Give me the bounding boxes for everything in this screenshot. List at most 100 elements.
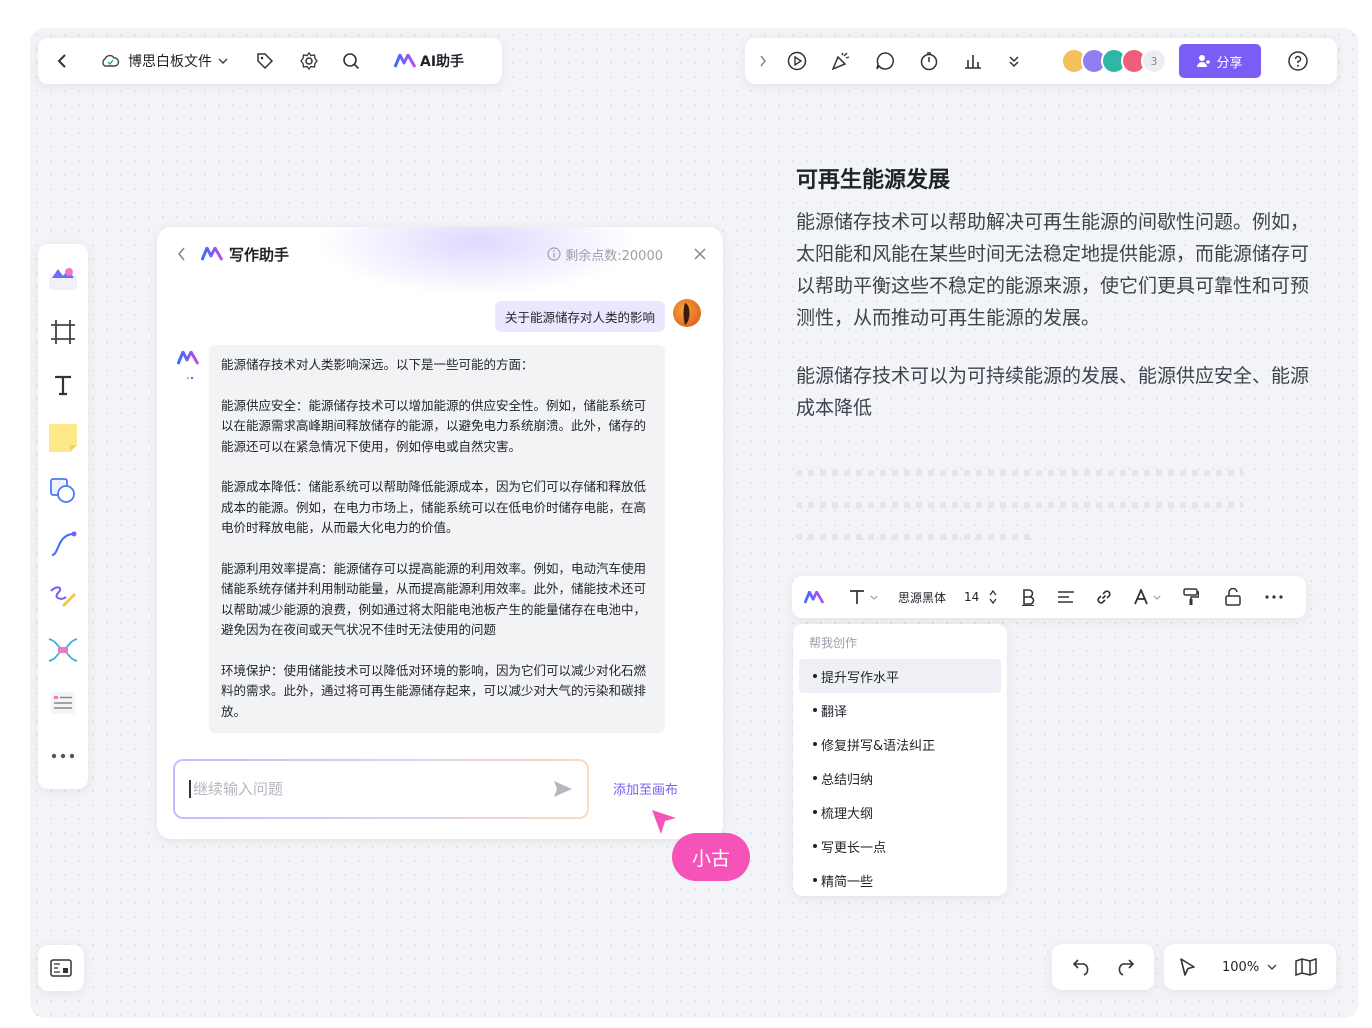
sticky-note-icon: [49, 423, 77, 452]
share-label: 分享: [1216, 55, 1243, 71]
add-user-icon: [1197, 54, 1211, 68]
points-label: 剩余点数:20000: [565, 248, 663, 264]
chevron-down-icon[interactable]: [1153, 595, 1161, 600]
info-icon: [547, 247, 561, 261]
chat-input[interactable]: [189, 780, 553, 798]
answer-paragraph: 能源供应安全：能源储存技术可以增加能源的供应安全性。例如，储能系统可以在能源需求…: [221, 397, 647, 454]
answer-paragraph: 能源储存技术对人类影响深远。以下是一些可能的方面：: [221, 357, 534, 372]
select-pointer-icon[interactable]: [1178, 957, 1196, 977]
minimap-button[interactable]: [38, 945, 84, 991]
collaborator-cursor-icon: [652, 810, 676, 834]
table-tool[interactable]: [38, 676, 88, 729]
back-icon[interactable]: [177, 247, 187, 261]
map-view-icon[interactable]: [1295, 958, 1317, 976]
minimap-icon: [50, 959, 72, 977]
menu-item-make-shorter[interactable]: 精简一些: [799, 863, 1001, 897]
shape-icon: [50, 477, 75, 503]
sticky-note-tool[interactable]: [38, 411, 88, 464]
font-size-stepper-icon[interactable]: [989, 589, 997, 605]
chat-title: 写作助手: [229, 245, 290, 264]
menu-item-make-longer[interactable]: 写更长一点: [799, 829, 1001, 863]
help-create-menu: 帮我创作 提升写作水平 翻译 修复拼写&语法纠正 总结归纳 梳理大纲 写更长一点…: [793, 624, 1007, 896]
timer-icon[interactable]: [919, 51, 939, 71]
chevron-down-icon[interactable]: [218, 58, 228, 64]
collaborator-avatars[interactable]: 3: [1061, 48, 1167, 74]
menu-item-summarize[interactable]: 总结归纳: [799, 761, 1001, 795]
vote-chart-icon[interactable]: [963, 51, 983, 71]
menu-item-fix-spelling[interactable]: 修复拼写&语法纠正: [799, 727, 1001, 761]
more-icon[interactable]: [1265, 595, 1283, 599]
celebrate-icon[interactable]: [831, 51, 851, 71]
chat-header: 写作助手 剩余点数:20000: [177, 239, 707, 269]
left-tool-sidebar: [38, 244, 88, 789]
answer-paragraph: 能源利用效率提高：能源储存可以提高能源的利用效率。例如，电动汽车使用储能系统存储…: [221, 560, 647, 638]
menu-header: 帮我创作: [809, 636, 858, 650]
frame-tool[interactable]: [38, 305, 88, 358]
document-heading: 可再生能源发展: [796, 168, 951, 193]
top-right-toolbar: 3 分享: [745, 38, 1337, 84]
mindmap-tool[interactable]: [38, 623, 88, 676]
text-style-icon[interactable]: [848, 588, 866, 606]
user-question-bubble: 关于能源储存对人类的影响: [494, 301, 665, 332]
unlock-icon[interactable]: [1225, 588, 1242, 606]
pen-icon: [50, 585, 76, 607]
back-icon[interactable]: [52, 53, 72, 69]
help-icon[interactable]: [1287, 50, 1309, 72]
chevron-down-icon[interactable]: [1267, 964, 1277, 970]
font-color-icon[interactable]: [1133, 589, 1149, 605]
bold-icon[interactable]: [1021, 588, 1035, 606]
search-icon[interactable]: [342, 52, 360, 70]
templates-icon: [49, 267, 77, 290]
top-left-toolbar: 博思白板文件 AI助手: [38, 38, 502, 84]
writing-assistant-panel: 写作助手 剩余点数:20000 关于能源储存对人类的影响 能源储存技术对人类影响…: [157, 227, 723, 839]
tag-icon[interactable]: [256, 52, 274, 70]
link-icon[interactable]: [1095, 588, 1113, 606]
text-icon: [55, 375, 71, 395]
chevron-down-icon[interactable]: [870, 595, 878, 600]
undo-icon[interactable]: [1072, 958, 1092, 976]
cloud-sync-icon: [100, 54, 120, 68]
canvas-text-block[interactable]: 可再生能源发展 能源储存技术可以帮助解决可再生能源的间歇性问题。例如，太阳能和风…: [796, 162, 1316, 424]
document-paragraph: 能源储存技术可以帮助解决可再生能源的间歇性问题。例如，太阳能和风能在某些时间无法…: [796, 211, 1310, 329]
ai-logo-icon[interactable]: [394, 54, 416, 68]
ai-logo-icon: [201, 247, 223, 261]
settings-gear-icon[interactable]: [300, 52, 318, 70]
comment-icon[interactable]: [875, 51, 895, 71]
more-tools[interactable]: [38, 729, 88, 782]
font-family-select[interactable]: 思源黑体: [898, 589, 946, 606]
format-painter-icon[interactable]: [1183, 588, 1200, 606]
play-presentation-icon[interactable]: [787, 51, 807, 71]
templates-tool[interactable]: [38, 252, 88, 305]
zoom-level[interactable]: 100%: [1222, 960, 1259, 975]
menu-item-translate[interactable]: 翻译: [799, 693, 1001, 727]
send-icon[interactable]: [553, 780, 573, 798]
chat-input-wrapper: [173, 759, 589, 819]
redo-icon[interactable]: [1115, 958, 1135, 976]
zoom-toolbar: 100%: [1164, 944, 1336, 990]
align-left-icon[interactable]: [1057, 590, 1075, 604]
remaining-points: 剩余点数:20000: [547, 245, 663, 264]
connector-tool[interactable]: [38, 517, 88, 570]
ai-assistant-button[interactable]: AI助手: [420, 51, 464, 71]
share-button[interactable]: 分享: [1179, 44, 1261, 78]
document-paragraph: 能源储存技术可以为可持续能源的发展、能源供应安全、能源成本降低: [796, 365, 1310, 419]
add-to-canvas-button[interactable]: 添加至画布: [613, 779, 678, 798]
menu-item-outline[interactable]: 梳理大纲: [799, 795, 1001, 829]
text-format-toolbar: 思源黑体 14: [792, 576, 1306, 618]
text-tool[interactable]: [38, 358, 88, 411]
menu-item-improve-writing[interactable]: 提升写作水平: [799, 659, 1001, 693]
ai-logo-icon[interactable]: [804, 590, 824, 604]
pen-tool[interactable]: [38, 570, 88, 623]
close-icon[interactable]: [693, 247, 707, 261]
assistant-avatar-icon: [177, 351, 199, 381]
table-icon: [51, 691, 75, 714]
answer-paragraph: 能源成本降低：储能系统可以帮助降低能源成本，因为它们可以存储和释放低成本的能源。…: [221, 479, 647, 535]
shape-tool[interactable]: [38, 464, 88, 517]
font-size-input[interactable]: 14: [964, 590, 979, 604]
file-title[interactable]: 博思白板文件: [128, 51, 212, 71]
expand-more-icon[interactable]: [1007, 54, 1021, 68]
history-toolbar: [1052, 944, 1154, 990]
chevron-right-icon[interactable]: [759, 55, 767, 67]
frame-icon: [51, 319, 75, 344]
generating-placeholder: [796, 470, 1244, 566]
